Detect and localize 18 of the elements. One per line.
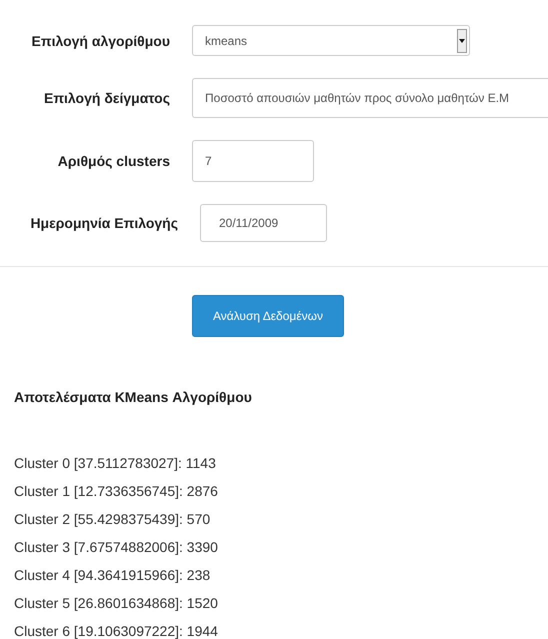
- cluster-result: Cluster 1 [12.7336356745]: 2876: [14, 482, 219, 501]
- cluster-result: Cluster 6 [19.1063097222]: 1944: [14, 622, 219, 639]
- field-label: Ημερομηνία Επιλογής: [29, 215, 178, 231]
- cluster-result: Cluster 3 [7.67574882006]: 3390: [14, 538, 219, 557]
- cluster-result: Cluster 2 [55.4298375439]: 570: [14, 510, 212, 529]
- analyze-button[interactable]: Ανάλυση Δεδομένων: [192, 295, 344, 337]
- input-field[interactable]: Ποσοστό απουσιών μαθητών προς σύνολο μαθητών Ε.Μ: [192, 78, 548, 118]
- field-label: Επιλογή δείγματος: [42, 90, 170, 106]
- cluster-result: Cluster 4 [94.3641915966]: 238: [14, 566, 212, 585]
- algorithm-dropdown[interactable]: kmeans: [192, 25, 470, 56]
- caret-icon: [457, 28, 467, 52]
- results-heading: Αποτελέσματα KMeans Αλγορίθμου: [14, 389, 253, 405]
- input-field[interactable]: 20/11/2009: [200, 204, 327, 242]
- field-label: Αριθμός clusters: [56, 153, 170, 169]
- field-label: Επιλογή αλγορίθμου: [30, 32, 170, 48]
- input-field[interactable]: 7: [192, 140, 314, 182]
- cluster-result: Cluster 5 [26.8601634868]: 1520: [14, 594, 219, 613]
- cluster-result: Cluster 0 [37.5112783027]: 1143: [14, 454, 217, 473]
